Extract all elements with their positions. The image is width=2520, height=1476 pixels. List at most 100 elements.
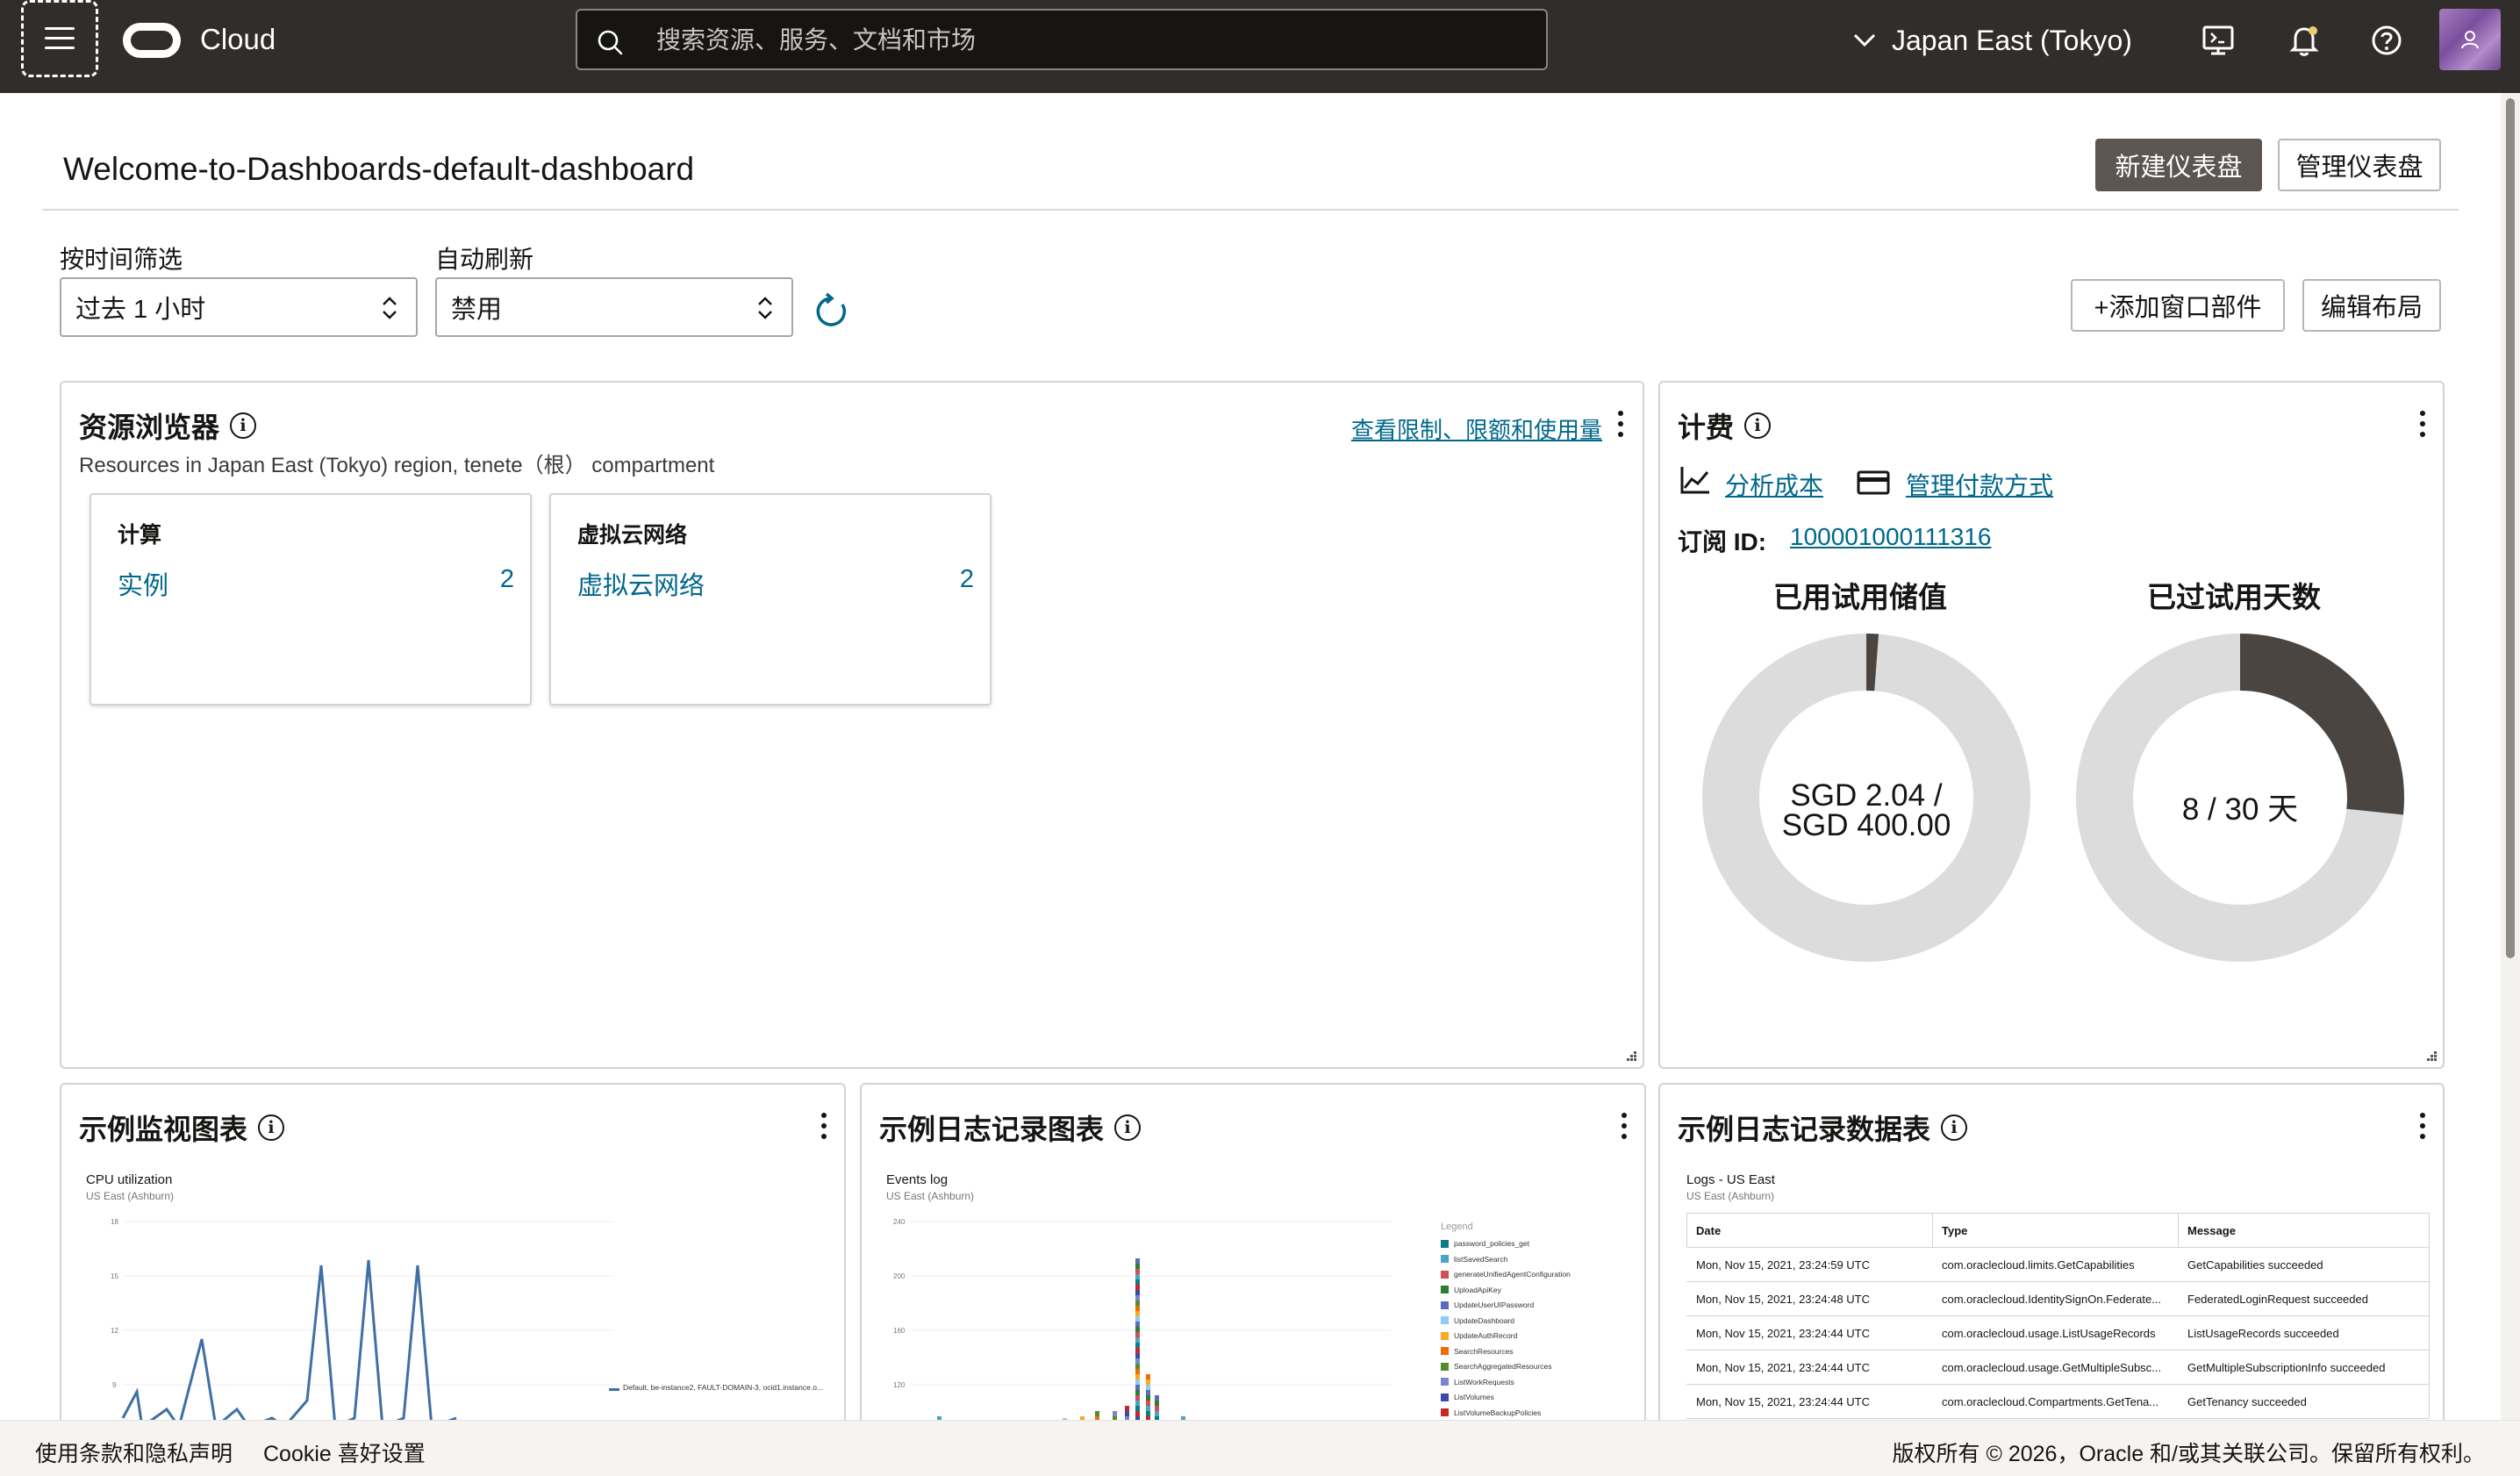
svg-text:200: 200 — [893, 1272, 906, 1280]
info-icon[interactable]: i — [1114, 1114, 1142, 1141]
bar-segment — [1155, 1401, 1159, 1406]
legend-swatch — [1441, 1316, 1449, 1324]
new-dashboard-button[interactable]: 新建仪表盘 — [2095, 139, 2262, 191]
trial-days-label: 已过试用天数 — [2147, 581, 2321, 613]
auto-refresh-select[interactable]: 禁用 — [435, 277, 793, 337]
resize-handle-icon[interactable] — [2423, 1048, 2438, 1062]
bar-segment — [1135, 1274, 1140, 1279]
user-avatar[interactable] — [2439, 9, 2501, 70]
more-options-icon[interactable] — [1620, 1113, 1629, 1143]
instances-count[interactable]: 2 — [500, 565, 514, 594]
resource-explorer-widget: 资源浏览器 i 查看限制、限额和使用量 Resources in Japan E… — [60, 381, 1644, 1069]
table-row[interactable]: Mon, Nov 15, 2021, 23:24:48 UTC com.oracl… — [1686, 1281, 2430, 1316]
resize-handle-icon[interactable] — [1623, 1048, 1637, 1062]
svg-text:9: 9 — [112, 1381, 117, 1389]
legend-label: SearchResources — [1454, 1346, 1514, 1356]
terms-privacy-link[interactable]: 使用条款和隐私声明 — [35, 1437, 233, 1468]
trial-days-value: 8 / 30 天 — [2181, 792, 2299, 827]
date-cell: Mon, Nov 15, 2021, 23:24:44 UTC — [1686, 1315, 1933, 1351]
trial-credit-total: SGD 400.00 — [1781, 808, 1951, 842]
vcn-link[interactable]: 虚拟云网络 — [577, 565, 705, 602]
add-widget-button[interactable]: +添加窗口部件 — [2071, 279, 2285, 332]
scrollbar-thumb[interactable] — [2506, 98, 2515, 958]
table-row[interactable]: Mon, Nov 15, 2021, 23:24:44 UTC com.oracl… — [1686, 1384, 2430, 1419]
bar-segment — [1135, 1285, 1140, 1290]
legend-swatch — [1441, 1331, 1449, 1340]
time-filter-select[interactable]: 过去 1 小时 — [60, 277, 418, 337]
info-icon[interactable]: i — [1744, 412, 1772, 439]
legend-label: UpdateAuthRecord — [1454, 1331, 1518, 1340]
sample-log-chart-widget: 示例日志记录图表 i Events log US East (Ashburn) … — [860, 1083, 1646, 1451]
view-limits-link[interactable]: 查看限制、限额和使用量 — [1351, 412, 1602, 445]
compute-tile: 计算 实例 2 — [89, 493, 532, 706]
table-row[interactable]: Mon, Nov 15, 2021, 23:24:44 UTC com.oracl… — [1686, 1350, 2430, 1385]
bar-segment — [1135, 1300, 1140, 1306]
bar-segment — [1135, 1306, 1140, 1311]
column-header-message[interactable]: Message — [2178, 1213, 2430, 1248]
legend-label: UpdateDashboard — [1454, 1315, 1514, 1325]
legend-item: ListVolumeBackupPolicies — [1441, 1408, 1541, 1417]
legend-item: UploadApiKey — [1441, 1286, 1501, 1294]
navigation-menu-button[interactable] — [21, 0, 98, 77]
bar-segment — [1135, 1279, 1140, 1285]
legend-swatch — [1441, 1300, 1449, 1309]
svg-text:120: 120 — [893, 1381, 906, 1389]
vcn-count[interactable]: 2 — [960, 565, 974, 594]
table-row[interactable]: Mon, Nov 15, 2021, 23:24:59 UTC com.oracl… — [1686, 1247, 2430, 1282]
vcn-tile: 虚拟云网络 虚拟云网络 2 — [549, 493, 992, 706]
more-options-icon[interactable] — [2418, 411, 2427, 441]
bar-segment — [1135, 1295, 1140, 1300]
date-cell: Mon, Nov 15, 2021, 23:24:44 UTC — [1686, 1384, 1933, 1419]
billing-title-text: 计费 — [1678, 412, 1735, 443]
time-filter-value: 过去 1 小时 — [75, 296, 206, 324]
region-selector[interactable]: Japan East (Tokyo) — [1853, 21, 2132, 60]
page-scrollbar[interactable] — [2501, 93, 2520, 1420]
oracle-logo-icon[interactable] — [123, 23, 181, 58]
search-input[interactable] — [656, 26, 1516, 54]
type-cell: com.oraclecloud.IdentitySignOn.Federate.… — [1932, 1281, 2179, 1316]
message-cell: GetMultipleSubscriptionInfo succeeded — [2178, 1350, 2430, 1385]
legend-item: SearchAggregatedResources — [1441, 1362, 1552, 1371]
bar-segment — [1135, 1348, 1140, 1353]
info-icon[interactable]: i — [1941, 1114, 1968, 1141]
column-header-date[interactable]: Date — [1686, 1213, 1933, 1248]
manage-payment-link[interactable]: 管理付款方式 — [1906, 467, 2053, 502]
message-cell: GetTenancy succeeded — [2178, 1384, 2430, 1419]
notifications-button[interactable] — [2285, 21, 2323, 60]
cloud-shell-button[interactable] — [2199, 21, 2237, 60]
global-search-box[interactable] — [576, 9, 1548, 70]
analyze-costs-link[interactable]: 分析成本 — [1725, 467, 1823, 502]
subscription-id-link[interactable]: 100001000111316 — [1790, 523, 1991, 551]
dashboard-title: Welcome-to-Dashboards-default-dashboard — [63, 151, 695, 187]
table-row[interactable]: Mon, Nov 15, 2021, 23:24:44 UTC com.oracl… — [1686, 1315, 2430, 1351]
legend-swatch — [1441, 1270, 1449, 1279]
manage-dashboards-button[interactable]: 管理仪表盘 — [2278, 139, 2441, 191]
instances-link[interactable]: 实例 — [118, 565, 168, 602]
bar-segment — [1135, 1369, 1140, 1374]
edit-layout-button[interactable]: 编辑布局 — [2302, 279, 2441, 332]
legend-swatch — [1441, 1408, 1449, 1416]
more-options-icon[interactable] — [2418, 1113, 2427, 1143]
dashboard-header: Welcome-to-Dashboards-default-dashboard … — [42, 123, 2459, 211]
legend-label: listSavedSearch — [1454, 1254, 1508, 1264]
column-header-type[interactable]: Type — [1932, 1213, 2179, 1248]
events-legend-title: Legend — [1441, 1222, 1473, 1232]
legend-item: ListWorkRequests — [1441, 1378, 1514, 1386]
copyright-text: 版权所有 © 2026，Oracle 和/或其关联公司。保留所有权利。 — [1892, 1442, 2485, 1466]
resource-explorer-title-text: 资源浏览器 — [79, 412, 220, 443]
cookie-preferences-link[interactable]: Cookie 喜好设置 — [263, 1437, 426, 1468]
info-icon[interactable]: i — [230, 412, 257, 439]
legend-item: SearchResources — [1441, 1347, 1514, 1356]
events-chart-subtitle: US East (Ashburn) — [886, 1190, 975, 1202]
bar-segment — [1135, 1311, 1140, 1316]
brand-name[interactable]: Cloud — [200, 23, 276, 56]
legend-label: ListWorkRequests — [1454, 1377, 1514, 1386]
info-icon[interactable]: i — [258, 1114, 285, 1141]
help-button[interactable] — [2367, 21, 2406, 60]
more-options-icon[interactable] — [1616, 411, 1625, 441]
more-options-icon[interactable] — [820, 1113, 828, 1143]
search-icon — [598, 30, 623, 55]
subscription-id-label: 订阅 ID: — [1678, 528, 1767, 555]
bar-segment — [1135, 1358, 1140, 1364]
refresh-icon[interactable] — [811, 291, 851, 332]
